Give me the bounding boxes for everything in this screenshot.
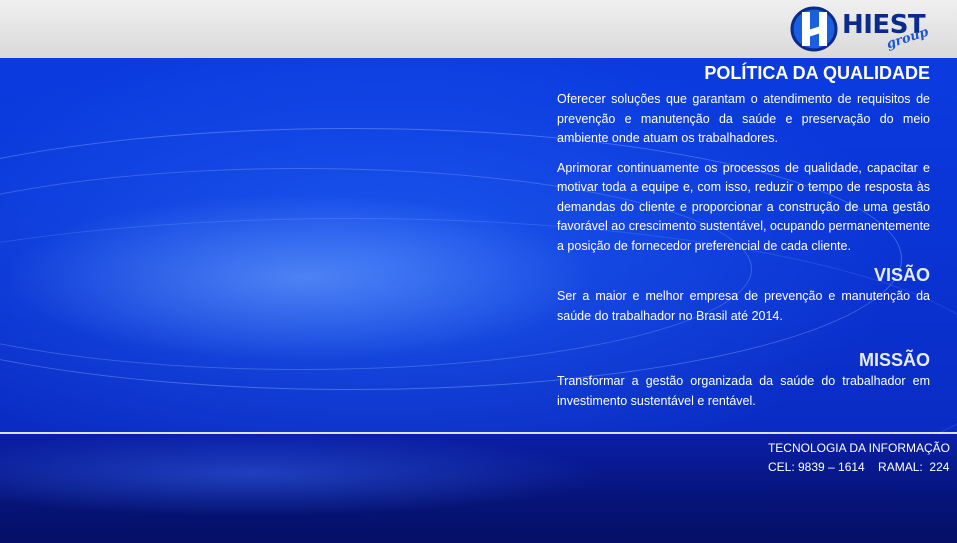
politica-paragraph-2: Aprimorar continuamente os processos de … [557, 160, 930, 253]
visao-title: VISÃO [873, 265, 930, 285]
visao-text: Ser a maior e melhor empresa de prevençã… [557, 289, 930, 323]
top-bar: HIEST group [0, 0, 957, 58]
content-column: POLÍTICA DA QUALIDADE Oferecer soluções … [557, 62, 930, 411]
hiest-logo: HIEST group [790, 4, 935, 54]
logo-h-emblem-icon [790, 6, 838, 52]
missao-text: Transformar a gestão organizada da saúde… [557, 374, 930, 408]
phone-extension: CEL: 9839 – 1614 RAMAL: 224 [767, 460, 950, 474]
footer: TECNOLOGIA DA INFORMAÇÃO CEL: 9839 – 161… [0, 434, 957, 543]
department-label: TECNOLOGIA DA INFORMAÇÃO [767, 441, 950, 455]
contact-info: TECNOLOGIA DA INFORMAÇÃO CEL: 9839 – 161… [768, 439, 950, 477]
politica-paragraph-1: Oferecer soluções que garantam o atendim… [557, 92, 930, 145]
politica-title: POLÍTICA DA QUALIDADE [704, 63, 930, 83]
missao-title: MISSÃO [858, 350, 930, 370]
